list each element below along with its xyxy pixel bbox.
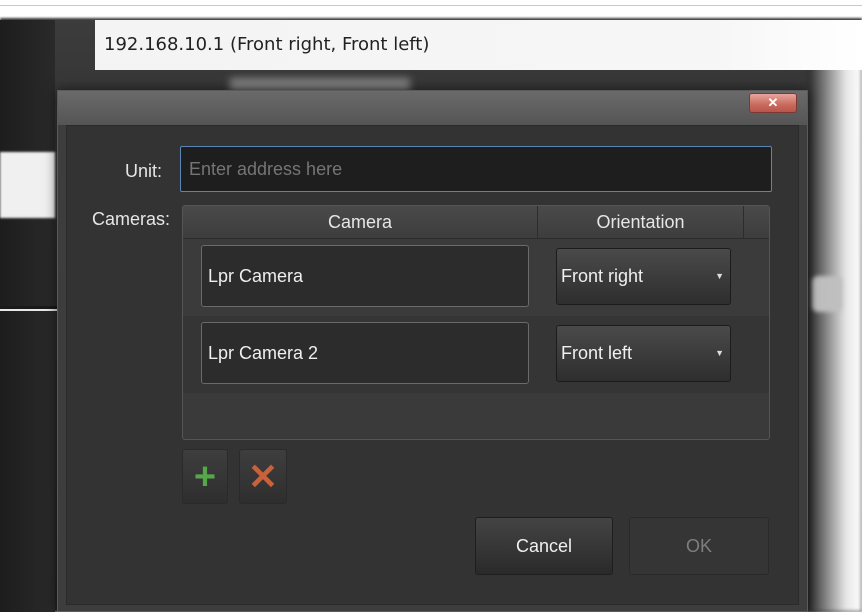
background-right-panel xyxy=(808,60,862,612)
chevron-down-icon: ▼ xyxy=(715,271,724,281)
close-icon: ✕ xyxy=(767,95,779,110)
orientation-dropdown[interactable]: Front right ▼ xyxy=(556,248,731,305)
column-header-orientation[interactable]: Orientation xyxy=(538,206,744,238)
camera-name-field[interactable]: Lpr Camera xyxy=(201,245,529,307)
background-panel-block xyxy=(0,152,55,218)
column-header-camera[interactable]: Camera xyxy=(183,206,538,238)
cameras-grid: Camera Orientation Lpr Camera Front righ… xyxy=(182,205,770,440)
background-divider xyxy=(0,5,862,6)
chevron-down-icon: ▼ xyxy=(715,348,724,358)
dialog-body: Unit: Cameras: Camera Orientation Lpr Ca… xyxy=(66,125,799,605)
close-button[interactable]: ✕ xyxy=(749,93,797,113)
remove-camera-button[interactable]: ✕ xyxy=(239,449,287,504)
grid-header: Camera Orientation xyxy=(183,206,769,239)
camera-name-field[interactable]: Lpr Camera 2 xyxy=(201,322,529,384)
orientation-value: Front right xyxy=(561,266,644,286)
camera-row[interactable]: Lpr Camera 2 Front left ▼ xyxy=(183,316,769,393)
orientation-dropdown[interactable]: Front left ▼ xyxy=(556,325,731,382)
unit-label: Unit: xyxy=(125,161,163,181)
camera-row[interactable]: Lpr Camera Front right ▼ xyxy=(183,239,769,316)
add-camera-button[interactable]: + xyxy=(182,449,228,504)
orientation-value: Front left xyxy=(561,343,633,363)
add-unit-dialog: ✕ Unit: Cameras: Camera Orientation Lpr … xyxy=(57,90,808,612)
cancel-button[interactable]: Cancel xyxy=(475,517,613,575)
unit-address-input[interactable] xyxy=(180,146,772,192)
plus-icon: + xyxy=(193,455,217,498)
cameras-label: Cameras: xyxy=(92,209,171,229)
ok-button[interactable]: OK xyxy=(629,517,769,575)
column-header-spacer xyxy=(744,206,770,238)
background-header-text: 192.168.10.1 (Front right, Front left) xyxy=(104,34,430,55)
dialog-titlebar: ✕ xyxy=(58,91,807,125)
background-icon xyxy=(812,276,842,312)
x-icon: ✕ xyxy=(247,455,279,497)
background-left-panel xyxy=(0,20,55,612)
